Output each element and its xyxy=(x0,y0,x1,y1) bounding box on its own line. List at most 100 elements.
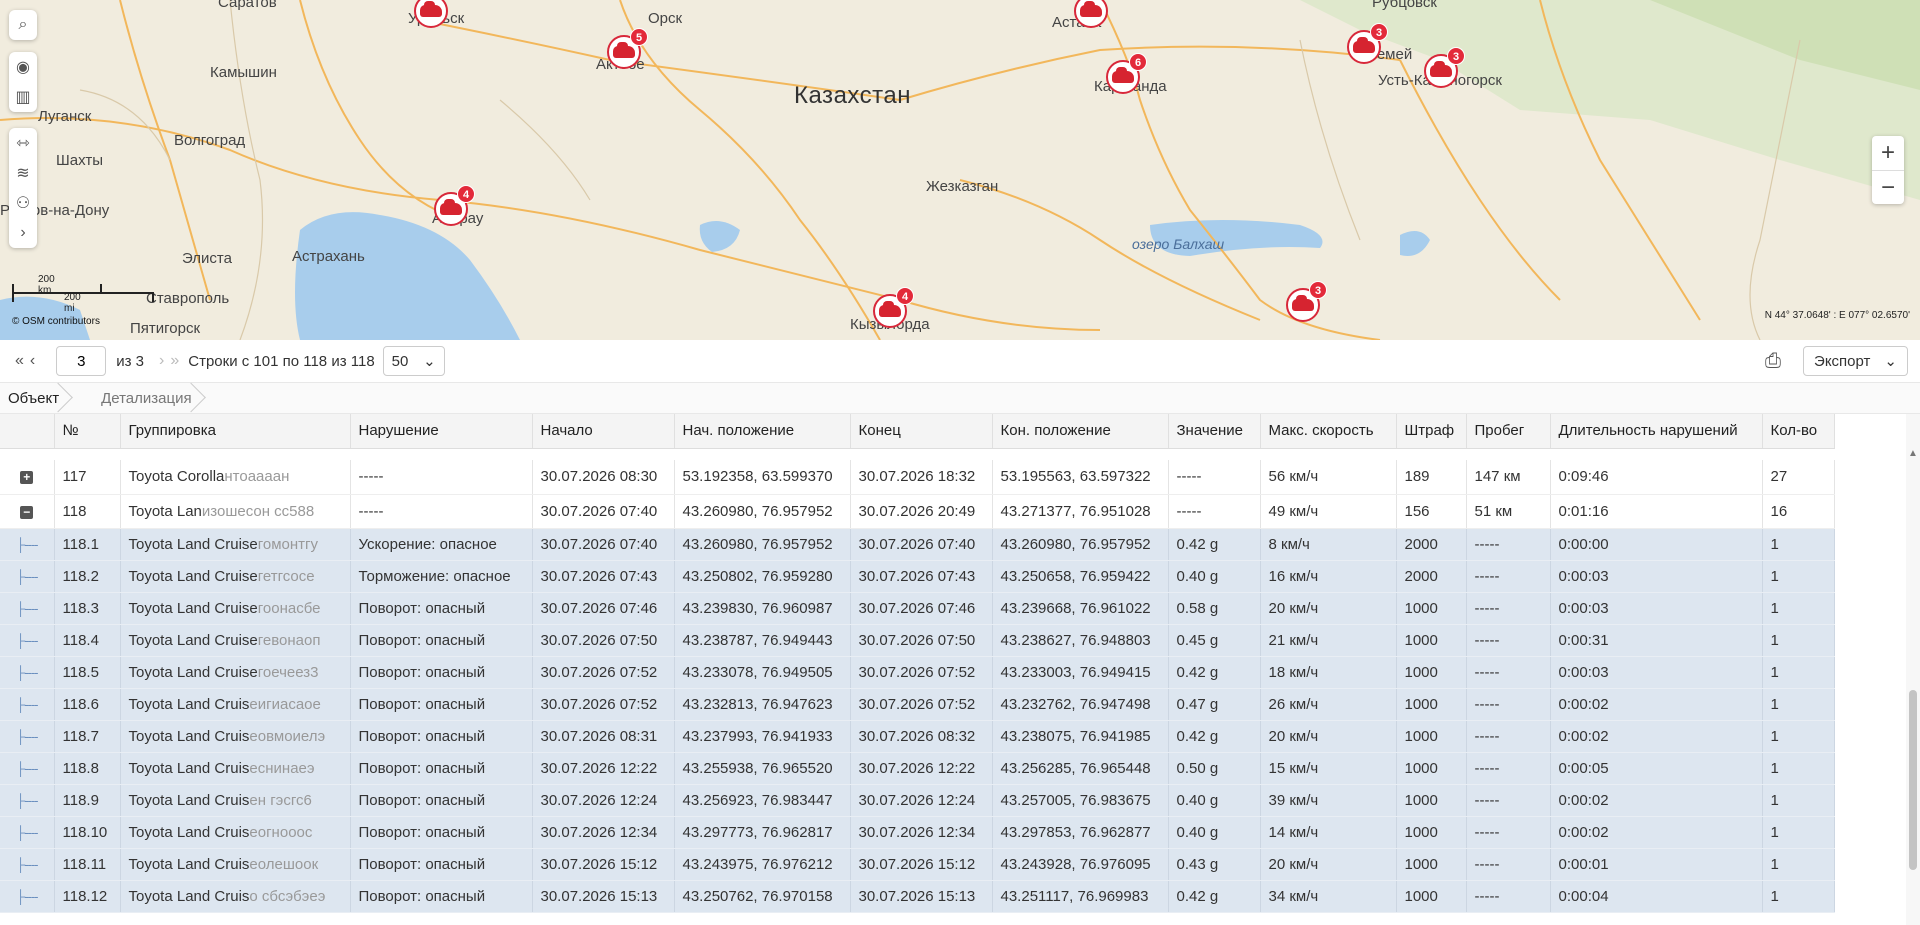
scroll-up-icon[interactable]: ▲ xyxy=(1908,448,1918,459)
table-row-detail[interactable]: ├---- 118.6 Toyota Land Cruisеигиасаое Пово… xyxy=(0,688,1835,721)
cell-group: Toyota Land Cruiseгетгсосе xyxy=(120,560,351,593)
table-row-detail[interactable]: ├---- 118.10 Toyota Land Cruisеогнооос Пово… xyxy=(0,816,1835,849)
table-row-detail[interactable]: ├---- 118.9 Toyota Land Cruisен гэсгс6 Пово… xyxy=(0,784,1835,817)
scrollbar-thumb[interactable] xyxy=(1909,690,1917,870)
vehicle-cluster-marker[interactable]: 3 xyxy=(1347,23,1388,64)
cell-value: 0.58 g xyxy=(1168,592,1261,625)
page-number-input[interactable] xyxy=(56,346,107,376)
route-icon[interactable]: ≋ xyxy=(9,158,37,188)
city-label: Камышин xyxy=(210,64,277,81)
column-header[interactable]: Начало xyxy=(532,414,675,449)
scale-mi-label: 200 mi xyxy=(64,292,81,314)
cell-fine: 1000 xyxy=(1396,592,1467,625)
column-header[interactable]: Кон. положение xyxy=(992,414,1169,449)
geofence-icon[interactable]: ⚇ xyxy=(9,188,37,218)
group-name-suffix: еогнооос xyxy=(249,823,313,841)
cell-end: 30.07.2026 12:22 xyxy=(850,752,993,785)
table-row-detail[interactable]: ├---- 118.1 Toyota Land Cruiseгомонтгу Уско… xyxy=(0,528,1835,561)
cell-end-position: 43.238627, 76.948803 xyxy=(992,624,1169,657)
vehicle-cluster-marker[interactable]: 4 xyxy=(873,287,914,328)
chevron-down-icon: ⌄ xyxy=(423,353,436,370)
cell-fine: 1000 xyxy=(1396,656,1467,689)
first-page-button[interactable]: « xyxy=(12,352,27,370)
breadcrumb-item-object[interactable]: Объект xyxy=(0,383,77,413)
cell-violation: ----- xyxy=(350,460,533,495)
column-header[interactable]: Группировка xyxy=(120,414,351,449)
next-page-button[interactable]: › xyxy=(156,352,167,370)
prev-page-button[interactable]: ‹ xyxy=(27,352,38,370)
column-header[interactable]: Нарушение xyxy=(350,414,533,449)
cell-start-position: 43.238787, 76.949443 xyxy=(674,624,851,657)
table-row-detail[interactable]: ├---- 118.2 Toyota Land Cruiseгетгсосе Торм… xyxy=(0,560,1835,593)
page-size-select[interactable]: 50 ⌄ xyxy=(382,346,445,376)
column-header[interactable]: Штраф xyxy=(1396,414,1467,449)
table-row[interactable]: +117 Toyota Corollaнтоаааан ----- 30.07.202… xyxy=(0,460,1835,495)
cell-number: 118.5 xyxy=(54,656,121,689)
group-name: Toyota Land Cruise xyxy=(128,535,258,553)
column-header[interactable]: № xyxy=(54,414,121,449)
vehicle-cluster-marker[interactable]: 3 xyxy=(1424,47,1465,88)
breadcrumb-item-details[interactable]: Детализация xyxy=(77,383,210,413)
collapse-icon[interactable]: − xyxy=(20,505,34,519)
vehicle-cluster-marker[interactable]: 4 xyxy=(434,185,475,226)
expand-icon[interactable]: › xyxy=(9,218,37,248)
column-header[interactable]: Пробег xyxy=(1466,414,1551,449)
cell-end: 30.07.2026 15:13 xyxy=(850,880,993,913)
cell-fine: 2000 xyxy=(1396,560,1467,593)
table-row-detail[interactable]: ├---- 118.12 Toyota Land Cruisо сбсэбэеэ По… xyxy=(0,880,1835,913)
cell-start-position: 43.256923, 76.983447 xyxy=(674,784,851,817)
last-page-button[interactable]: » xyxy=(167,352,182,370)
cell-max-speed: 15 км/ч xyxy=(1260,752,1397,785)
column-header[interactable]: Длительность нарушений xyxy=(1550,414,1763,449)
group-name-suffix: еовмоиелэ xyxy=(249,727,326,745)
zoom-in-button[interactable]: + xyxy=(1872,136,1904,170)
cell-violation: Торможение: опасное xyxy=(350,560,533,593)
row-toggle-cell[interactable]: − xyxy=(0,494,55,529)
table-row-detail[interactable]: ├---- 118.3 Toyota Land Cruiseгоонасбе Пово… xyxy=(0,592,1835,625)
cell-group: Toyota Land Cruisеогнооос xyxy=(120,816,351,849)
column-header[interactable]: Кол-во xyxy=(1762,414,1835,449)
cell-start: 30.07.2026 07:43 xyxy=(532,560,675,593)
cell-end: 30.07.2026 12:24 xyxy=(850,784,993,817)
vertical-scrollbar[interactable]: ▲ xyxy=(1906,414,1920,925)
column-header[interactable]: Нач. положение xyxy=(674,414,851,449)
table-row[interactable]: −118 Toyota Lanизошесон сс588 ----- 30.07.2… xyxy=(0,494,1835,529)
map-view[interactable]: Саратов Уральск Орск Астана Рубцовск Кам… xyxy=(0,0,1920,340)
cell-violation: Поворот: опасный xyxy=(350,656,533,689)
column-header[interactable]: Значение xyxy=(1168,414,1261,449)
vehicle-cluster-marker[interactable]: 5 xyxy=(607,28,648,69)
cell-violation: Поворот: опасный xyxy=(350,720,533,753)
tree-connector-icon: ├---- xyxy=(15,568,39,584)
expand-icon[interactable]: + xyxy=(20,471,34,485)
cell-violation: ----- xyxy=(350,494,533,529)
zoom-out-button[interactable]: − xyxy=(1872,170,1904,204)
table-row-detail[interactable]: ├---- 118.5 Toyota Land Cruiseгоечеез3 Пово… xyxy=(0,656,1835,689)
column-header[interactable]: Макс. скорость xyxy=(1260,414,1397,449)
cell-value: 0.42 g xyxy=(1168,528,1261,561)
cell-max-speed: 18 км/ч xyxy=(1260,656,1397,689)
row-toggle-cell[interactable]: + xyxy=(0,460,55,495)
column-header[interactable]: Конец xyxy=(850,414,993,449)
cell-count: 1 xyxy=(1762,624,1835,657)
table-row-detail[interactable]: ├---- 118.7 Toyota Land Cruisеовмоиелэ Пово… xyxy=(0,720,1835,753)
table-body: +117 Toyota Corollaнтоаааан ----- 30.07.202… xyxy=(0,448,1835,913)
cell-count: 16 xyxy=(1762,494,1835,529)
export-button[interactable]: Экспорт ⌄ xyxy=(1803,346,1908,376)
cell-duration: 0:00:02 xyxy=(1550,784,1763,817)
cell-end-position: 43.297853, 76.962877 xyxy=(992,816,1169,849)
search-icon[interactable]: ⌕ xyxy=(9,10,37,40)
ruler-icon[interactable]: ⇿ xyxy=(9,128,37,158)
cell-group: Toyota Land Cruisеснинаеэ xyxy=(120,752,351,785)
cell-fine: 1000 xyxy=(1396,720,1467,753)
cell-start-position: 43.255938, 76.965520 xyxy=(674,752,851,785)
table-row-detail[interactable]: ├---- 118.11 Toyota Land Cruisеолешоок Пово… xyxy=(0,848,1835,881)
table-row-detail[interactable]: ├---- 118.8 Toyota Land Cruisеснинаеэ Повор… xyxy=(0,752,1835,785)
vehicle-cluster-marker[interactable]: 6 xyxy=(1106,53,1147,94)
car-icon xyxy=(1080,1,1102,17)
vehicle-cluster-marker[interactable]: 3 xyxy=(1286,281,1327,322)
table-row-detail[interactable]: ├---- 118.4 Toyota Land Cruiseгевонаоп Пово… xyxy=(0,624,1835,657)
group-name: Toyota Land Cruis xyxy=(128,727,250,745)
eye-icon[interactable]: ◉ xyxy=(9,52,37,82)
map-icon[interactable]: ▥ xyxy=(9,82,37,112)
print-icon[interactable]: ⎙ xyxy=(1765,350,1781,373)
